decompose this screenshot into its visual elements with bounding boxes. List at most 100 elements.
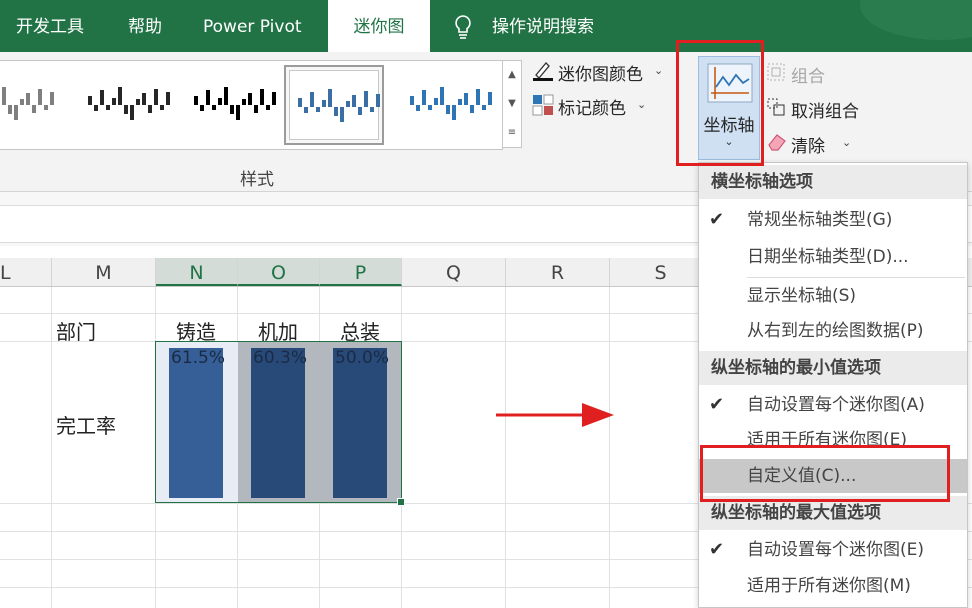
gallery-sparkline-bar — [8, 105, 12, 114]
sparkline-style-gallery — [0, 60, 503, 150]
gallery-sparkline-bar — [88, 96, 92, 105]
marker-color-button[interactable]: 标记颜色 — [558, 94, 626, 119]
col-header-O[interactable]: O — [238, 258, 320, 286]
ribbon-tab-bar: 开发工具 帮助 Power Pivot 迷你图 操作说明搜索 — [0, 0, 972, 52]
col-header-P[interactable]: P — [320, 258, 402, 286]
h-axis-options-header: 横坐标轴选项 — [699, 165, 967, 199]
gallery-sparkline-bar — [428, 105, 432, 110]
gallery-sparkline-bar — [446, 105, 450, 114]
tell-me-search[interactable]: 操作说明搜索 — [492, 0, 612, 52]
gallery-sparkline-bar — [334, 107, 338, 116]
gallery-sparkline-bar — [260, 88, 264, 105]
col-header-M[interactable]: M — [52, 258, 156, 286]
menu-min-auto-each-label: 自动设置每个迷你图(A) — [747, 395, 925, 415]
menu-max-auto-each-label: 自动设置每个迷你图(E) — [747, 540, 925, 560]
gallery-sparkline-bar — [26, 93, 30, 105]
gallery-sparkline-bar — [248, 93, 252, 105]
gallery-sparkline-bar — [328, 89, 332, 107]
group-button[interactable]: 组合 — [791, 62, 825, 87]
gallery-sparkline-bar — [254, 105, 258, 113]
cell-row-label[interactable]: 完工率 — [56, 410, 116, 439]
style-thumb-black[interactable] — [182, 65, 282, 145]
menu-separator — [747, 277, 965, 278]
lightbulb-icon — [452, 14, 474, 40]
gallery-sparkline-bar — [298, 98, 302, 107]
gallery-sparkline-bar — [440, 87, 444, 105]
gallery-sparkline-bar — [464, 93, 468, 105]
ungroup-icon — [766, 97, 786, 117]
gallery-sparkline-bar — [118, 87, 122, 105]
gallery-sparkline-bar — [346, 101, 350, 107]
gallery-down-icon[interactable]: ▼ — [503, 90, 521, 118]
gallery-sparkline-bar — [112, 97, 116, 105]
gallery-sparkline-bar — [100, 90, 104, 105]
col-header-S[interactable]: S — [610, 258, 712, 286]
sparkline-color-button[interactable]: 迷你图颜色 — [558, 60, 643, 85]
gallery-sparkline-bar — [2, 87, 6, 105]
gallery-up-icon[interactable]: ▲ — [503, 61, 521, 89]
gallery-sparkline-bar — [370, 107, 374, 112]
tab-developer[interactable]: 开发工具 — [16, 0, 96, 52]
gallery-sparkline-bar — [364, 90, 368, 107]
gallery-sparkline-bar — [488, 91, 492, 105]
check-icon: ✔ — [709, 539, 725, 560]
axis-button-highlight-box — [676, 40, 764, 166]
gallery-sparkline-bar — [50, 91, 54, 105]
gallery-sparkline-bar — [322, 99, 326, 107]
col-header-N[interactable]: N — [156, 258, 238, 286]
style-thumb-blue-selected[interactable] — [284, 65, 384, 145]
menu-rtl-plot-data[interactable]: 从右到左的绘图数据(P) — [699, 314, 967, 348]
style-thumb-dark[interactable] — [76, 65, 176, 145]
style-group-label: 样式 — [240, 170, 274, 190]
custom-value-highlight-box — [700, 445, 950, 502]
col-header-Q[interactable]: Q — [402, 258, 506, 286]
menu-max-same-all[interactable]: 适用于所有迷你图(M) — [699, 569, 967, 603]
gallery-sparkline-bar — [272, 91, 276, 105]
gallery-sparkline-bar — [476, 88, 480, 105]
fill-handle[interactable] — [397, 498, 405, 506]
gallery-sparkline-bar — [206, 90, 210, 105]
gallery-sparkline-bar — [212, 105, 216, 110]
gallery-sparkline-bar — [94, 105, 98, 111]
tab-power-pivot[interactable]: Power Pivot — [203, 0, 313, 52]
gallery-sparkline-bar — [154, 88, 158, 105]
cell-dept-label[interactable]: 部门 — [56, 316, 96, 345]
gallery-scroll: ▲ ▼ ≡ — [502, 60, 522, 148]
gallery-sparkline-bar — [352, 95, 356, 107]
gallery-sparkline-bar — [470, 105, 474, 113]
marker-color-icon — [532, 94, 554, 116]
style-thumb-gray[interactable] — [0, 65, 60, 145]
red-arrow-annotation — [494, 400, 616, 430]
gallery-sparkline-bar — [136, 99, 140, 105]
gallery-sparkline-bar — [482, 105, 486, 110]
sparkline-color-icon — [532, 60, 554, 82]
sparkline-color-caret-icon[interactable]: ⌄ — [654, 64, 663, 77]
gallery-sparkline-bar — [224, 87, 228, 105]
gallery-sparkline-bar — [44, 105, 48, 110]
col-header-R[interactable]: R — [506, 258, 610, 286]
gallery-sparkline-bar — [106, 105, 110, 110]
menu-general-axis-type[interactable]: ✔ 常规坐标轴类型(G) — [699, 203, 967, 237]
check-icon: ✔ — [709, 209, 725, 230]
v-min-options-header: 纵坐标轴的最小值选项 — [699, 351, 967, 385]
clear-caret-icon[interactable]: ⌄ — [842, 136, 851, 149]
gallery-sparkline-bar — [266, 105, 270, 110]
axis-options-menu: 横坐标轴选项 ✔ 常规坐标轴类型(G) 日期坐标轴类型(D)... 显示坐标轴(… — [698, 162, 968, 608]
menu-show-axis[interactable]: 显示坐标轴(S) — [699, 279, 967, 313]
tab-sparkline[interactable]: 迷你图 — [328, 0, 430, 52]
gallery-more-icon[interactable]: ≡ — [503, 119, 521, 147]
menu-date-axis-type[interactable]: 日期坐标轴类型(D)... — [699, 240, 967, 274]
eraser-icon — [766, 132, 788, 152]
menu-max-auto-each[interactable]: ✔ 自动设置每个迷你图(E) — [699, 533, 967, 567]
marker-color-caret-icon[interactable]: ⌄ — [637, 98, 646, 111]
style-thumb-blue[interactable] — [398, 65, 498, 145]
group-icon — [766, 62, 786, 82]
gallery-sparkline-bar — [310, 92, 314, 107]
ungroup-button[interactable]: 取消组合 — [791, 97, 859, 122]
tab-help[interactable]: 帮助 — [128, 0, 172, 52]
clear-button[interactable]: 清除 — [791, 132, 825, 157]
col-header-L[interactable]: L — [0, 258, 52, 286]
menu-min-auto-each[interactable]: ✔ 自动设置每个迷你图(A) — [699, 388, 967, 422]
gallery-sparkline-bar — [200, 105, 204, 111]
gallery-sparkline-bar — [148, 105, 152, 113]
